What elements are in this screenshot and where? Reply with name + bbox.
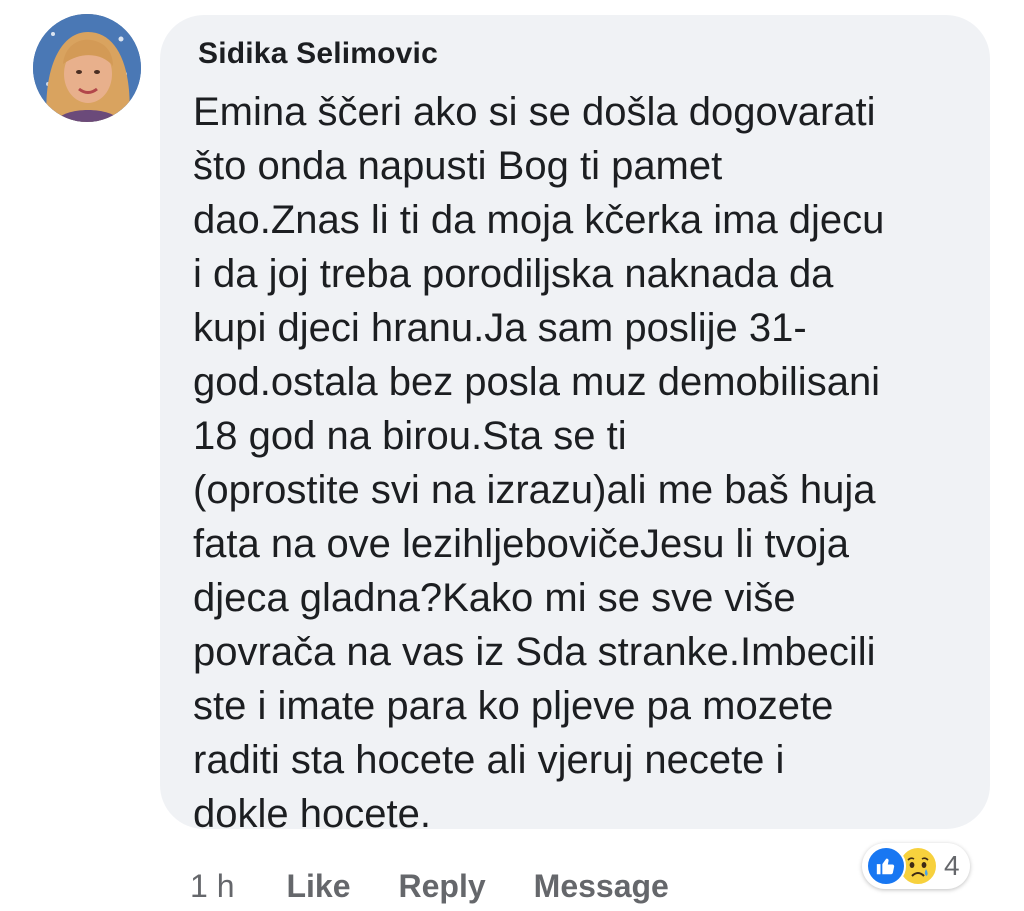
reply-button[interactable]: Reply bbox=[399, 868, 486, 905]
comment-line: fata na ove lezihljebovičeJesu li tvoja bbox=[193, 522, 849, 566]
like-icon bbox=[866, 846, 906, 886]
comment-line: što onda napusti Bog ti pamet bbox=[193, 144, 723, 188]
comment-line: ste i imate para ko pljeve pa mozete bbox=[193, 684, 834, 728]
comment-line: povrača na vas iz Sda stranke.Imbecili bbox=[193, 630, 876, 674]
comment-bubble: Sidika Selimovic Emina ščeri ako si se d… bbox=[160, 15, 990, 836]
reactions-summary[interactable]: 4 bbox=[862, 843, 970, 889]
comment-text: Emina ščeri ako si se došla dogovarati š… bbox=[193, 85, 973, 841]
comment-actions: 1 h Like Reply Message bbox=[190, 866, 717, 906]
comment-line: Emina ščeri ako si se došla dogovarati bbox=[193, 90, 876, 134]
avatar-photo-icon bbox=[33, 14, 141, 122]
comment-author-name[interactable]: Sidika Selimovic bbox=[198, 37, 438, 71]
comment-line: djeca gladna?Kako mi se sve više bbox=[193, 576, 796, 620]
comment-line: raditi sta hocete ali vjeruj necete i bbox=[193, 738, 785, 782]
comment-line: kupi djeci hranu.Ja sam poslije 31- bbox=[193, 306, 807, 350]
comment-timestamp[interactable]: 1 h bbox=[190, 868, 234, 905]
comment-line: (oprostite svi na izrazu)ali me baš huja bbox=[193, 468, 876, 512]
reaction-count: 4 bbox=[944, 850, 960, 881]
like-button[interactable]: Like bbox=[286, 868, 350, 905]
comment-screenshot: Sidika Selimovic Emina ščeri ako si se d… bbox=[0, 0, 1024, 911]
message-button[interactable]: Message bbox=[534, 868, 669, 905]
comment-line: 18 god na birou.Sta se ti bbox=[193, 414, 627, 458]
comment-line: dokle hocete. bbox=[193, 792, 431, 836]
avatar[interactable] bbox=[33, 14, 141, 122]
comment-line: god.ostala bez posla muz demobilisani bbox=[193, 360, 881, 404]
comment-line: dao.Znas li ti da moja kčerka ima djecu bbox=[193, 198, 885, 242]
comment-line: i da joj treba porodiljska naknada da bbox=[193, 252, 834, 296]
